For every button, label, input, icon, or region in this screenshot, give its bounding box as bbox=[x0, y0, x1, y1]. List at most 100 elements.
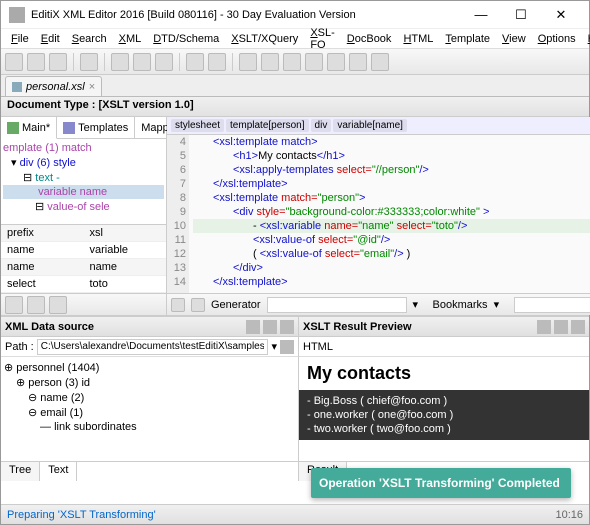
preview-heading: My contacts bbox=[299, 357, 589, 390]
prefix-cell[interactable]: select bbox=[1, 276, 84, 293]
chevron-down-icon[interactable]: ▾ bbox=[271, 340, 277, 353]
tree-item[interactable]: div (6) style bbox=[20, 157, 76, 169]
close-tab-icon[interactable]: × bbox=[89, 81, 95, 93]
menu-template[interactable]: Template bbox=[441, 31, 494, 47]
prefix-table: prefixxsl namevariable namename selectto… bbox=[1, 224, 166, 293]
prefix-cell[interactable]: toto bbox=[84, 276, 167, 293]
tree-item[interactable]: personnel bbox=[16, 362, 64, 374]
menu-docbook[interactable]: DocBook bbox=[343, 31, 396, 47]
app-icon bbox=[9, 7, 25, 23]
generator-input[interactable] bbox=[267, 297, 407, 313]
titlebar: EditiX XML Editor 2016 [Build 080116] - … bbox=[1, 1, 589, 29]
tool4-icon[interactable] bbox=[371, 53, 389, 71]
toolbar bbox=[1, 49, 589, 75]
minimize-button[interactable]: — bbox=[461, 1, 501, 29]
prefix-cell[interactable]: name bbox=[84, 259, 167, 276]
subtabs: Main* Templates Mapping bbox=[1, 117, 166, 139]
menu-view[interactable]: View bbox=[498, 31, 530, 47]
crumb[interactable]: variable[name] bbox=[333, 119, 407, 132]
preview-row: - Big.Boss ( chief@foo.com ) bbox=[307, 394, 581, 408]
tab-tree[interactable]: Tree bbox=[1, 462, 40, 481]
tree-item[interactable]: value-of sele bbox=[47, 201, 109, 213]
tree-item[interactable]: name bbox=[40, 392, 68, 404]
tree-item[interactable]: emplate (1) match bbox=[3, 142, 92, 154]
panel2-icon[interactable] bbox=[280, 320, 294, 334]
xml-source-panel: XML Data source Path : ▾ ⊕ personnel (14… bbox=[1, 317, 299, 481]
search-input[interactable] bbox=[514, 297, 590, 313]
menu-html[interactable]: HTML bbox=[399, 31, 437, 47]
tab-text[interactable]: Text bbox=[40, 462, 77, 481]
subtab-label: Templates bbox=[78, 122, 128, 134]
redo-icon[interactable] bbox=[208, 53, 226, 71]
edit-icon[interactable] bbox=[246, 320, 260, 334]
gen-icon[interactable] bbox=[171, 298, 185, 312]
maximize-button[interactable]: ☐ bbox=[501, 1, 541, 29]
menu-file[interactable]: File bbox=[7, 31, 33, 47]
editor-pane: stylesheet template[person] div variable… bbox=[167, 117, 590, 315]
panel-icon[interactable] bbox=[263, 320, 277, 334]
print-icon[interactable] bbox=[80, 53, 98, 71]
crumb[interactable]: template[person] bbox=[226, 119, 309, 132]
crumb[interactable]: stylesheet bbox=[171, 119, 224, 132]
prefix-hdr: xsl bbox=[84, 225, 167, 242]
bookmarks-label[interactable]: Bookmarks bbox=[433, 299, 488, 311]
new-icon[interactable] bbox=[5, 53, 23, 71]
panel-icon[interactable] bbox=[554, 320, 568, 334]
menu-search[interactable]: Search bbox=[68, 31, 111, 47]
prefix-cell[interactable]: name bbox=[1, 259, 84, 276]
chevron-down-icon[interactable]: ▾ bbox=[413, 298, 427, 311]
open-icon[interactable] bbox=[27, 53, 45, 71]
tree-item[interactable]: person bbox=[28, 377, 62, 389]
action3-icon[interactable] bbox=[49, 296, 67, 314]
subtab-templates[interactable]: Templates bbox=[57, 117, 135, 138]
chevron-down-icon[interactable]: ▾ bbox=[494, 298, 508, 311]
preview-type: HTML bbox=[303, 341, 333, 353]
code-text[interactable]: <xsl:template match> <h1>My contacts</h1… bbox=[189, 135, 590, 293]
menu-help[interactable]: Help bbox=[584, 31, 590, 47]
tool3-icon[interactable] bbox=[349, 53, 367, 71]
path-label: Path : bbox=[5, 341, 34, 353]
gen2-icon[interactable] bbox=[191, 298, 205, 312]
tree-item[interactable]: variable name bbox=[38, 186, 107, 198]
generator-bar: Generator ▾ Bookmarks ▾ Search bbox=[167, 293, 590, 315]
gen-label: Generator bbox=[211, 299, 261, 311]
prefix-cell[interactable]: variable bbox=[84, 242, 167, 259]
menu-xslt[interactable]: XSLT/XQuery bbox=[227, 31, 302, 47]
close-button[interactable]: ✕ bbox=[541, 1, 581, 29]
menu-edit[interactable]: Edit bbox=[37, 31, 64, 47]
path-input[interactable] bbox=[37, 339, 269, 355]
panel2-icon[interactable] bbox=[571, 320, 585, 334]
source-tree[interactable]: ⊕ personnel (1404) ⊕ person (3) id ⊖ nam… bbox=[1, 357, 298, 461]
menu-options[interactable]: Options bbox=[534, 31, 580, 47]
action2-icon[interactable] bbox=[27, 296, 45, 314]
copy-icon[interactable] bbox=[133, 53, 151, 71]
left-pane: Main* Templates Mapping emplate (1) matc… bbox=[1, 117, 167, 315]
prefix-cell[interactable]: name bbox=[1, 242, 84, 259]
browse-icon[interactable] bbox=[280, 340, 294, 354]
panel-title: XSLT Result Preview bbox=[303, 321, 534, 333]
save-icon[interactable] bbox=[49, 53, 67, 71]
crumb[interactable]: div bbox=[311, 119, 332, 132]
run-icon[interactable] bbox=[283, 53, 301, 71]
subtab-main[interactable]: Main* bbox=[1, 117, 57, 139]
file-tab[interactable]: personal.xsl × bbox=[5, 76, 102, 96]
action-icon[interactable] bbox=[5, 296, 23, 314]
edit-icon[interactable] bbox=[537, 320, 551, 334]
menu-dtd[interactable]: DTD/Schema bbox=[149, 31, 223, 47]
tree-item[interactable]: text - bbox=[35, 172, 59, 184]
code-editor[interactable]: 4567891011121314 <xsl:template match> <h… bbox=[167, 135, 590, 293]
cut-icon[interactable] bbox=[111, 53, 129, 71]
tree-item[interactable]: email bbox=[40, 407, 66, 419]
menu-xslfo[interactable]: XSL-FO bbox=[306, 25, 338, 53]
transform-icon[interactable] bbox=[239, 53, 257, 71]
tool2-icon[interactable] bbox=[327, 53, 345, 71]
preview-row: - two.worker ( two@foo.com ) bbox=[307, 422, 581, 436]
undo-icon[interactable] bbox=[186, 53, 204, 71]
tool-icon[interactable] bbox=[305, 53, 323, 71]
paste-icon[interactable] bbox=[155, 53, 173, 71]
menu-xml[interactable]: XML bbox=[115, 31, 146, 47]
validate-icon[interactable] bbox=[261, 53, 279, 71]
tree-item[interactable]: link bbox=[54, 421, 71, 433]
preview-row: - one.worker ( one@foo.com ) bbox=[307, 408, 581, 422]
structure-tree[interactable]: emplate (1) match ▾ div (6) style ⊟ text… bbox=[1, 139, 166, 224]
